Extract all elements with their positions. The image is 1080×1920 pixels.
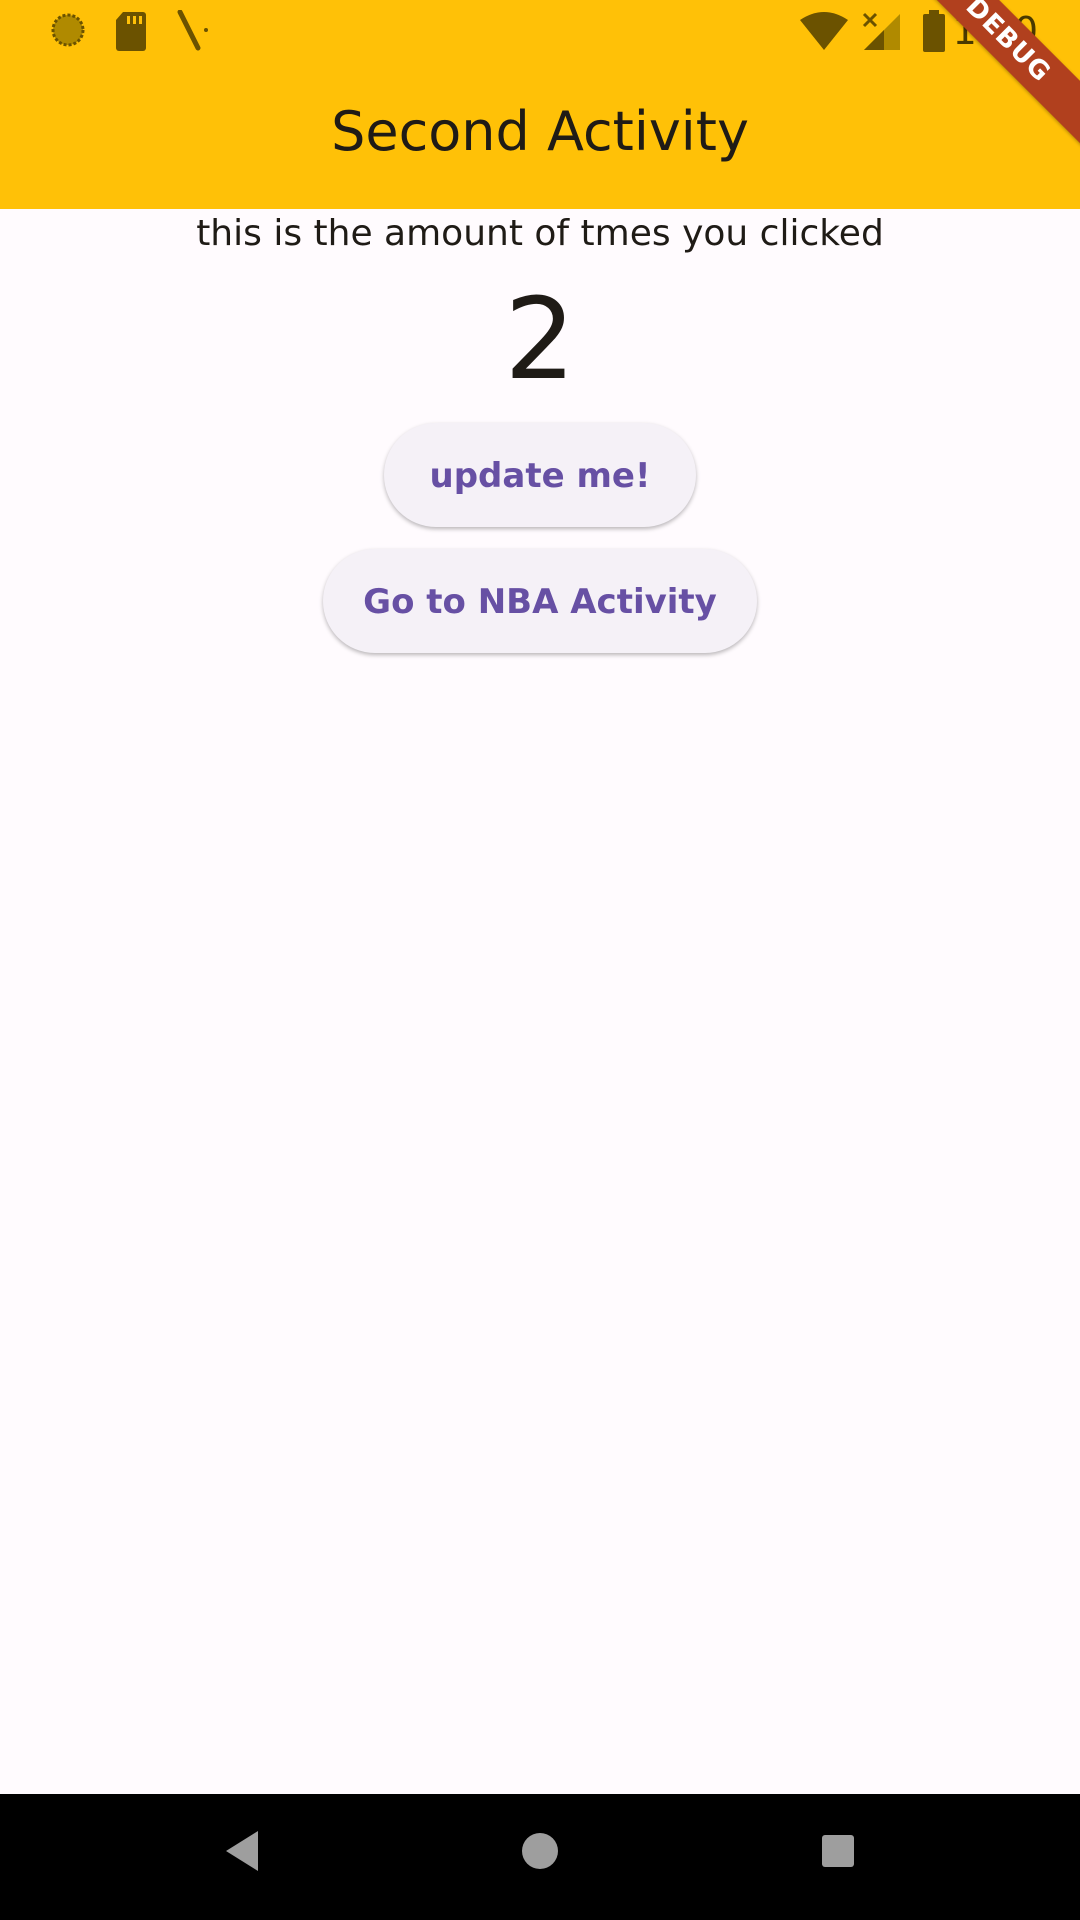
screwdriver-icon: [176, 9, 210, 57]
signal-icon: [862, 12, 902, 57]
go-to-nba-activity-button[interactable]: Go to NBA Activity: [323, 549, 757, 653]
sd-card-icon: [115, 10, 147, 57]
update-me-button[interactable]: update me!: [384, 423, 696, 527]
navigation-bar: [0, 1794, 1080, 1920]
page-title: Second Activity: [331, 100, 749, 163]
wifi-icon: [800, 12, 848, 57]
click-counter-value: 2: [504, 275, 576, 405]
status-bar: 1:00: [0, 0, 1080, 63]
click-count-label: this is the amount of tmes you clicked: [196, 213, 884, 254]
back-icon[interactable]: [222, 1829, 262, 1878]
sun-icon: [48, 10, 88, 55]
battery-icon: [922, 10, 946, 57]
home-icon[interactable]: [521, 1829, 559, 1878]
recents-icon[interactable]: [820, 1829, 856, 1878]
app-bar: 1:00 Second Activity: [0, 0, 1080, 209]
